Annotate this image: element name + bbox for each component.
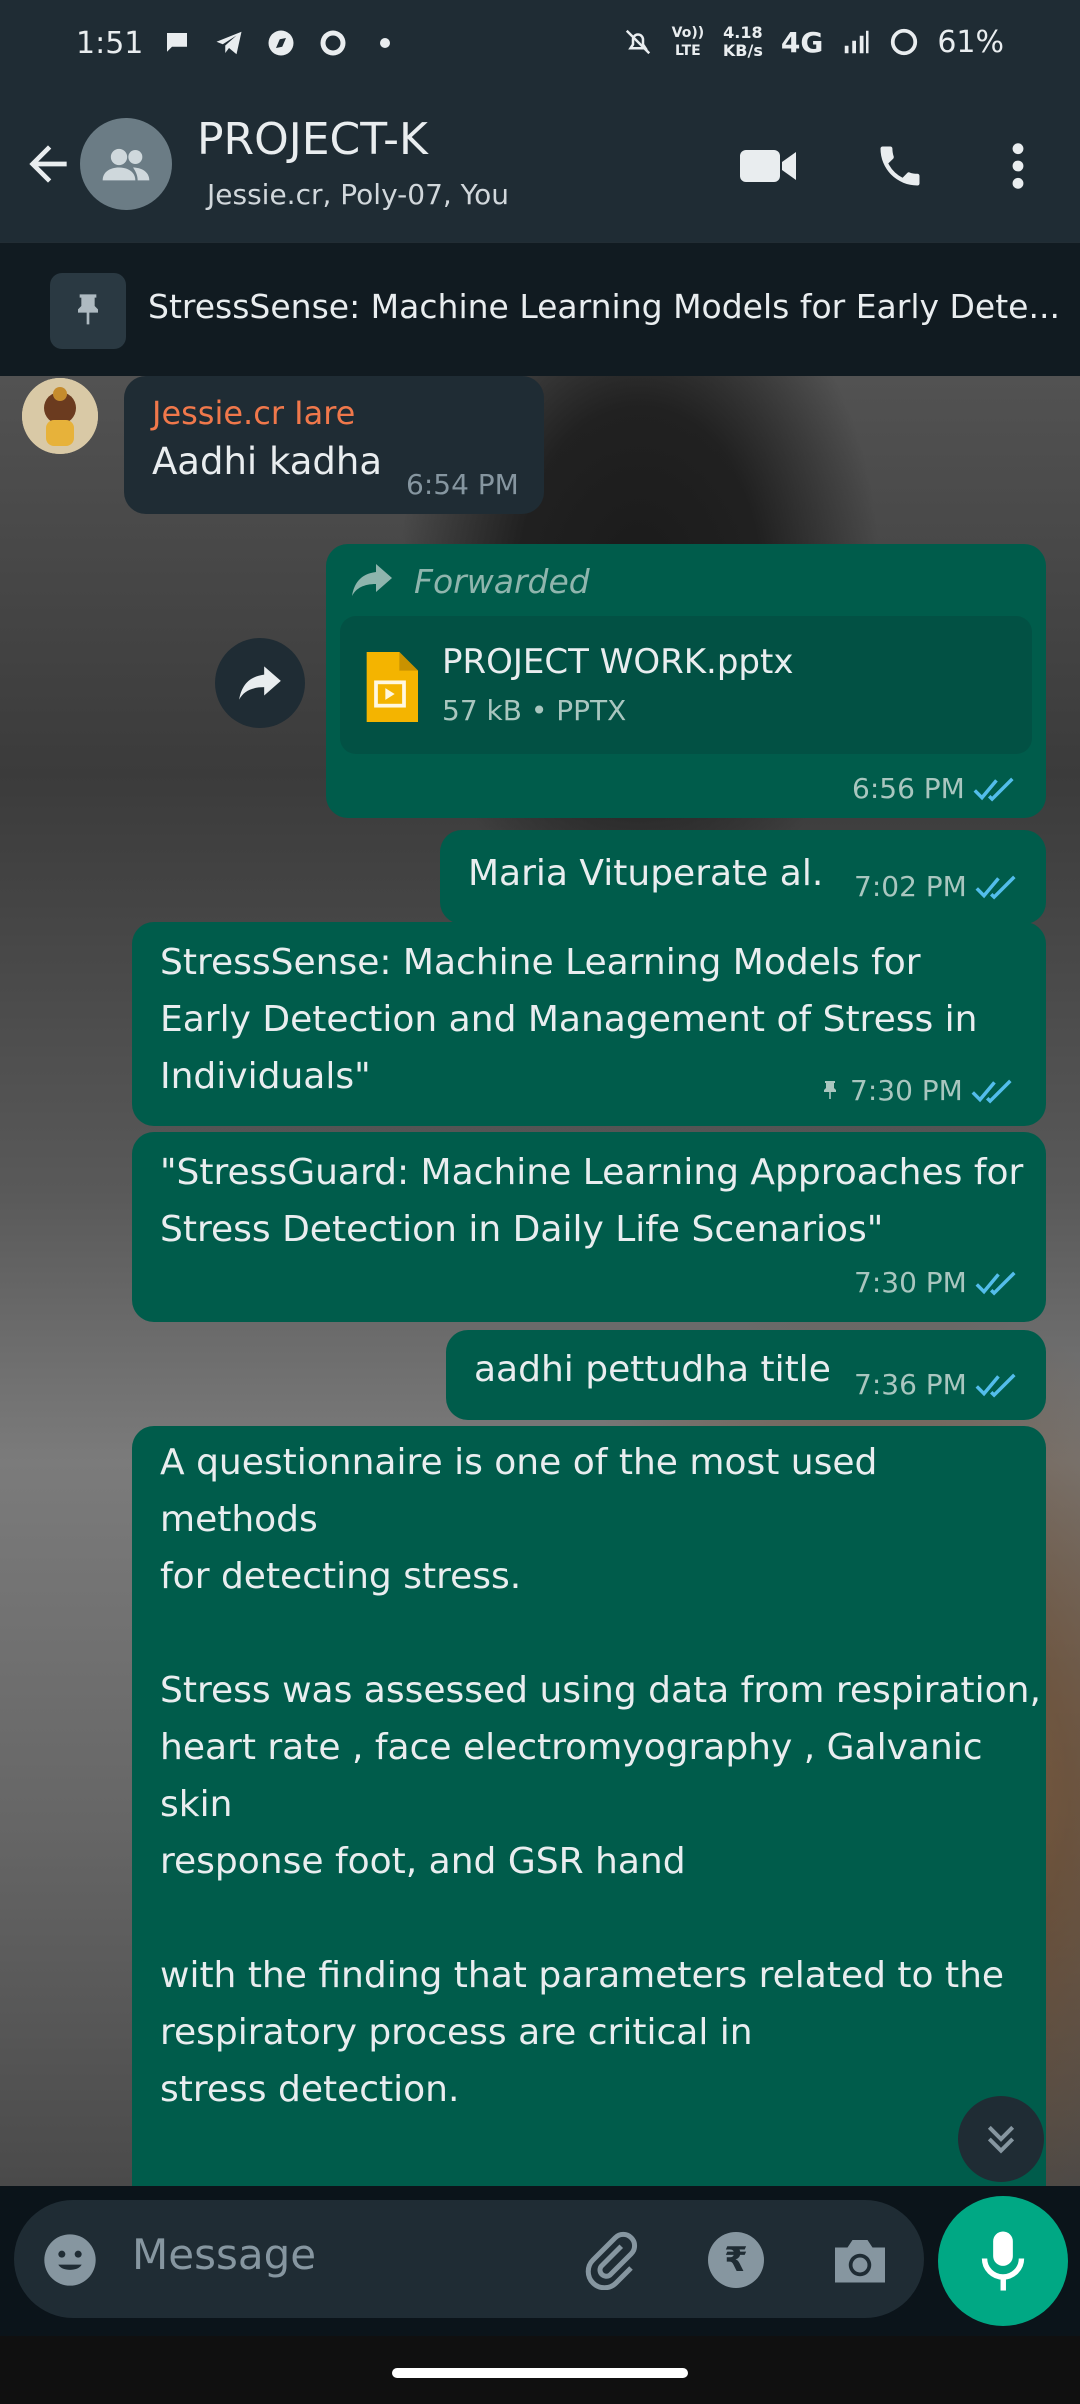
- avatar-image: [22, 378, 98, 454]
- message-text: aadhi pettudha title: [474, 1349, 831, 1390]
- network-type: 4G: [780, 25, 824, 59]
- message-text: Maria Vituperate al.: [468, 853, 824, 894]
- pinned-message-bar[interactable]: StressSense: Machine Learning Models for…: [0, 242, 1080, 376]
- emoji-icon[interactable]: [42, 2232, 98, 2288]
- sender-avatar[interactable]: [22, 378, 98, 454]
- home-indicator[interactable]: [392, 2368, 688, 2378]
- chat-header: PROJECT-K Jessie.cr, Poly-07, You: [0, 88, 1080, 242]
- payment-rupee-icon[interactable]: ₹: [708, 2232, 764, 2288]
- group-avatar[interactable]: [80, 118, 172, 210]
- battery-percent: 61%: [937, 24, 1004, 60]
- read-ticks-icon: [971, 1079, 1012, 1104]
- signal-icon: [845, 30, 869, 54]
- sender-name[interactable]: Jessie.cr Iare: [152, 394, 355, 432]
- back-arrow-icon[interactable]: [20, 136, 76, 192]
- status-bar: 1:51 Vo)) LTE 4.18 KB/s 4G 61%: [0, 0, 1080, 88]
- group-members[interactable]: Jessie.cr, Poly-07, You: [207, 178, 509, 211]
- message-time: 7:30 PM: [818, 1074, 1015, 1107]
- message-bubble-incoming[interactable]: Jessie.cr Iare Aadhi kadha 6:54 PM: [124, 376, 544, 514]
- read-ticks-icon: [975, 875, 1016, 900]
- time-text: 7:02 PM: [854, 870, 967, 903]
- volte-label: Vo)) LTE: [671, 25, 705, 59]
- voice-call-icon[interactable]: [872, 140, 928, 192]
- message-bubble-outgoing[interactable]: aadhi pettudha title 7:36 PM: [446, 1330, 1046, 1420]
- time-text: 6:56 PM: [852, 772, 965, 805]
- forwarded-icon: [352, 564, 392, 596]
- voice-record-button[interactable]: [938, 2196, 1068, 2326]
- double-chevron-down-icon: [987, 2125, 1015, 2154]
- status-right: Vo)) LTE 4.18 KB/s 4G 61%: [623, 24, 1004, 60]
- pptx-file-icon: [366, 652, 418, 722]
- status-time: 1:51: [76, 26, 144, 61]
- video-call-icon[interactable]: [736, 140, 800, 192]
- more-options-icon[interactable]: [1000, 140, 1036, 192]
- group-title[interactable]: PROJECT-K: [197, 114, 428, 165]
- message-time: 7:30 PM: [854, 1266, 1019, 1299]
- mute-bell-icon: [625, 29, 651, 55]
- compose-bar: Message ₹: [0, 2186, 1080, 2336]
- speed-unit: KB/s: [722, 41, 763, 60]
- message-time: 7:02 PM: [854, 870, 1019, 903]
- system-nav-bar: [0, 2336, 1080, 2404]
- camera-icon[interactable]: [830, 2232, 890, 2288]
- time-text: 7:30 PM: [854, 1266, 967, 1299]
- forward-button[interactable]: [215, 638, 305, 728]
- message-bubble-pinned[interactable]: StressSense: Machine Learning Models for…: [132, 922, 1046, 1126]
- time-text: 7:36 PM: [854, 1368, 967, 1401]
- battery-ring-icon: [891, 28, 918, 56]
- pin-icon-box: [50, 273, 126, 349]
- compass-icon: [268, 30, 294, 56]
- chat-bubble-icon: [167, 33, 187, 52]
- dot-icon: [380, 38, 390, 48]
- network-speed: 4.18 KB/s: [723, 24, 763, 60]
- forwarded-label: Forwarded: [414, 562, 590, 601]
- message-bubble-outgoing[interactable]: "StressGuard: Machine Learning Approache…: [132, 1132, 1046, 1322]
- file-name: PROJECT WORK.pptx: [442, 642, 794, 682]
- message-text: Aadhi kadha: [152, 440, 383, 483]
- message-time: 6:54 PM: [406, 468, 519, 501]
- message-bubble-outgoing[interactable]: Maria Vituperate al. 7:02 PM: [440, 830, 1046, 924]
- message-text: "StressGuard: Machine Learning Approache…: [160, 1152, 1024, 1250]
- pinned-text: StressSense: Machine Learning Models for…: [148, 287, 1058, 326]
- telegram-icon: [216, 31, 242, 55]
- group-icon: [102, 148, 150, 181]
- pin-small-icon: [824, 1080, 836, 1099]
- message-time: 7:36 PM: [854, 1368, 1019, 1401]
- read-ticks-icon: [975, 1271, 1016, 1296]
- time-text: 7:30 PM: [850, 1074, 963, 1107]
- chat-area[interactable]: Jessie.cr Iare Aadhi kadha 6:54 PM Forwa…: [0, 376, 1080, 2186]
- read-ticks-icon: [973, 777, 1014, 802]
- notification-icons: [162, 28, 400, 58]
- message-bubble-long[interactable]: A questionnaire is one of the most used …: [132, 1426, 1046, 2186]
- file-attachment[interactable]: PROJECT WORK.pptx 57 kB • PPTX: [340, 616, 1032, 754]
- message-input-container[interactable]: Message ₹: [14, 2200, 924, 2318]
- message-input[interactable]: Message: [132, 2230, 316, 2279]
- microphone-icon: [981, 2231, 1025, 2291]
- scroll-to-bottom-button[interactable]: [958, 2096, 1044, 2182]
- attach-icon[interactable]: [580, 2230, 640, 2290]
- file-info: 57 kB • PPTX: [442, 694, 627, 727]
- read-ticks-icon: [975, 1373, 1016, 1398]
- share-arrow-icon: [239, 666, 281, 700]
- message-text: A questionnaire is one of the most used …: [160, 1442, 1041, 2186]
- speed-value: 4.18: [723, 23, 763, 42]
- whatsapp-icon: [320, 30, 346, 56]
- pin-icon: [78, 294, 98, 325]
- message-time-file: 6:56 PM: [852, 772, 1017, 805]
